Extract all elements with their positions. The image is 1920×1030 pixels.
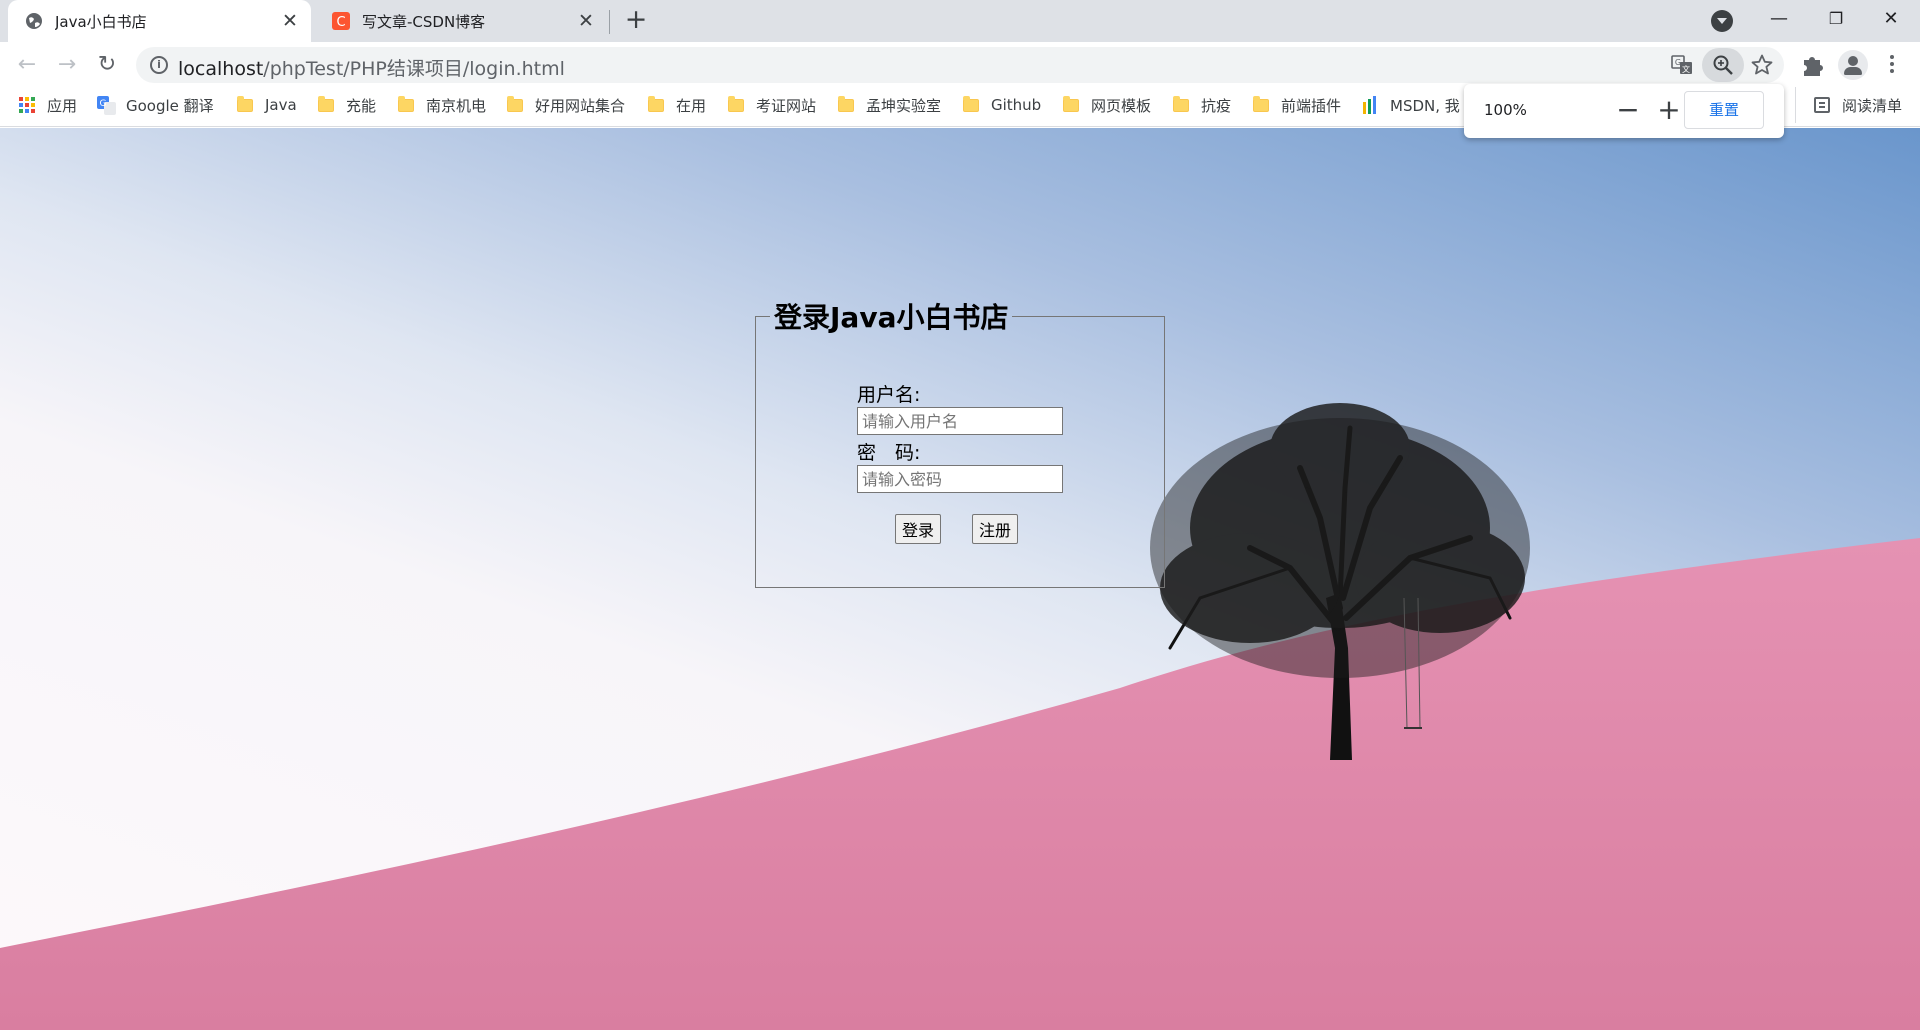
bookmark-label: Github <box>991 96 1042 114</box>
zoom-magnifier-icon <box>1713 55 1733 75</box>
reload-button[interactable]: ↻ <box>90 48 124 82</box>
folder-icon <box>1253 95 1269 112</box>
bookmark-apps[interactable]: 应用 <box>19 87 77 123</box>
apps-grid-icon <box>19 97 35 113</box>
bookmark-label: 在用 <box>676 96 707 115</box>
minimize-button[interactable]: — <box>1750 0 1808 40</box>
folder-icon <box>1063 95 1079 112</box>
bookmark-kangyi[interactable]: 抗疫 <box>1173 87 1231 123</box>
bookmark-chongneng[interactable]: 充能 <box>318 87 376 123</box>
globe-icon <box>26 13 42 29</box>
folder-icon <box>237 95 253 112</box>
bookmark-web-templates[interactable]: 网页模板 <box>1063 87 1151 123</box>
tab-strip: Java小白书店 ✕ C 写文章-CSDN博客 ✕ + — ❐ ✕ <box>0 0 1920 42</box>
username-input[interactable] <box>857 407 1063 435</box>
bookmark-label: 考证网站 <box>756 96 817 115</box>
folder-icon <box>838 95 854 112</box>
folder-icon <box>318 95 334 112</box>
restore-button[interactable]: ❐ <box>1807 0 1865 40</box>
zoom-indicator-button[interactable] <box>1702 48 1744 82</box>
svg-text:G: G <box>1675 58 1681 67</box>
bookmark-label: MSDN, 我 <box>1390 96 1460 115</box>
tab-csdn[interactable]: C 写文章-CSDN博客 ✕ <box>315 0 607 42</box>
tab-close-icon[interactable]: ✕ <box>573 10 599 32</box>
bookmark-useful-sites[interactable]: 好用网站集合 <box>507 87 625 123</box>
tab-title: 写文章-CSDN博客 <box>362 12 486 31</box>
bookmark-exam-sites[interactable]: 考证网站 <box>728 87 816 123</box>
bookmark-google-translate[interactable]: G Google 翻译 <box>97 87 214 123</box>
tab-title: Java小白书店 <box>55 12 147 31</box>
password-input[interactable] <box>857 465 1063 493</box>
back-button[interactable]: ← <box>10 48 44 82</box>
profile-avatar[interactable] <box>1838 50 1868 80</box>
address-bar[interactable]: i localhost/phpTest/PHP结课项目/login.html G… <box>136 47 1784 83</box>
zoom-reset-button[interactable]: 重置 <box>1684 91 1764 129</box>
csdn-icon: C <box>332 12 350 30</box>
bookmark-java[interactable]: Java <box>237 87 297 123</box>
folder-icon <box>963 95 979 112</box>
reading-list-icon <box>1814 97 1830 113</box>
bookmark-in-use[interactable]: 在用 <box>648 87 706 123</box>
page-viewport: 登录Java小白书店 用户名: 密 码: 登录 注册 <box>0 128 1920 1030</box>
folder-icon <box>507 95 523 112</box>
zoom-out-button[interactable]: − <box>1611 94 1645 128</box>
tab-separator <box>609 10 610 34</box>
reading-list-button[interactable]: 阅读清单 <box>1795 87 1902 123</box>
folder-icon <box>648 95 664 112</box>
folder-icon <box>398 95 414 112</box>
extensions-puzzle-icon[interactable] <box>1799 52 1825 78</box>
svg-text:G: G <box>100 99 107 109</box>
login-button[interactable]: 登录 <box>895 514 942 544</box>
zoom-level: 100% <box>1484 101 1527 119</box>
login-title: 登录Java小白书店 <box>774 301 1009 334</box>
bookmark-label: 孟坤实验室 <box>866 96 942 115</box>
bookmark-label: Java <box>265 96 297 114</box>
login-form: 登录Java小白书店 用户名: 密 码: 登录 注册 <box>755 296 1165 588</box>
svg-text:C: C <box>336 15 345 30</box>
svg-text:文: 文 <box>1682 64 1690 74</box>
url-host: localhost <box>178 58 264 80</box>
tab-java-bookstore[interactable]: Java小白书店 ✕ <box>8 0 311 42</box>
bookmark-label: 好用网站集合 <box>535 96 626 115</box>
folder-icon <box>728 95 744 112</box>
register-button[interactable]: 注册 <box>972 514 1019 544</box>
bookmark-github[interactable]: Github <box>963 87 1041 123</box>
reading-list-label: 阅读清单 <box>1842 96 1903 115</box>
bookmark-star-icon[interactable] <box>1750 53 1774 77</box>
new-tab-button[interactable]: + <box>620 5 652 37</box>
window-close-button[interactable]: ✕ <box>1862 0 1920 40</box>
url-path: /phpTest/PHP结课项目/login.html <box>263 58 565 80</box>
zoom-popup: 100% − + 重置 <box>1464 84 1784 138</box>
bookmark-label: Google 翻译 <box>126 96 214 115</box>
menu-kebab-icon[interactable] <box>1888 52 1896 78</box>
bookmark-label: 充能 <box>346 96 377 115</box>
bookmark-label: 抗疫 <box>1201 96 1232 115</box>
bookmark-label: 应用 <box>47 96 78 115</box>
bookmark-mengkun-lab[interactable]: 孟坤实验室 <box>838 87 941 123</box>
folder-icon <box>1173 95 1189 112</box>
bookmark-frontend-plugins[interactable]: 前端插件 <box>1253 87 1341 123</box>
translate-icon[interactable]: G 文 <box>1670 53 1694 77</box>
bookmark-label: 南京机电 <box>426 96 487 115</box>
password-label: 密 码: <box>857 442 921 464</box>
username-label: 用户名: <box>857 384 921 406</box>
bookmark-label: 网页模板 <box>1091 96 1152 115</box>
bookmark-nanjing-jidian[interactable]: 南京机电 <box>398 87 486 123</box>
bookmark-label: 前端插件 <box>1281 96 1342 115</box>
site-info-icon[interactable]: i <box>150 56 168 74</box>
tab-search-icon[interactable] <box>1711 10 1733 32</box>
msdn-icon <box>1363 96 1376 114</box>
google-translate-icon: G <box>97 95 116 115</box>
forward-button[interactable]: → <box>50 48 84 82</box>
url-text[interactable]: localhost/phpTest/PHP结课项目/login.html <box>178 54 565 81</box>
browser-toolbar: ← → ↻ i localhost/phpTest/PHP结课项目/login.… <box>0 42 1920 87</box>
zoom-in-button[interactable]: + <box>1652 94 1686 128</box>
tab-close-icon[interactable]: ✕ <box>277 10 303 32</box>
bookmark-msdn[interactable]: MSDN, 我 <box>1362 87 1460 123</box>
